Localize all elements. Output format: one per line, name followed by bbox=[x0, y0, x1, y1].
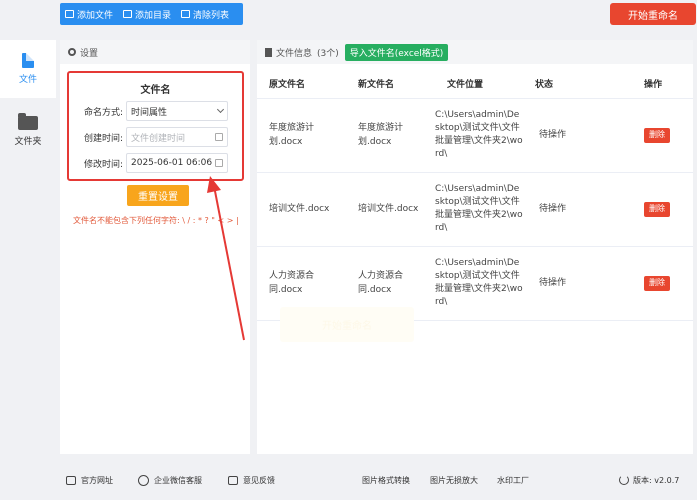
folder-icon bbox=[18, 112, 38, 130]
settings-title: 设置 bbox=[80, 48, 99, 59]
delete-button[interactable]: 删除 bbox=[644, 127, 670, 143]
file-list-panel: 文件信息 (3个) 导入文件名(excel格式) 原文件名 新文件名 文件位置 … bbox=[257, 40, 693, 454]
form-title: 文件名 bbox=[140, 85, 171, 96]
file-location: C:\Users\admin\Desktop\测试文件\文件批量管理\文件夹2\… bbox=[435, 246, 523, 321]
version-label: 版本: v2.0.7 bbox=[633, 475, 680, 485]
chevron-down-icon bbox=[216, 105, 225, 114]
document-icon bbox=[265, 47, 272, 57]
calendar-icon bbox=[215, 133, 223, 141]
clear-icon bbox=[181, 10, 191, 18]
calendar-icon bbox=[215, 159, 223, 167]
created-time-placeholder: 文件创建时间 bbox=[131, 133, 186, 144]
image-convert-label: 图片格式转换 bbox=[362, 475, 410, 485]
delete-button[interactable]: 删除 bbox=[644, 201, 670, 217]
clear-list-label: 清除列表 bbox=[193, 10, 230, 21]
original-filename: 培训文件.docx bbox=[257, 172, 346, 247]
naming-method-row: 命名方式: 时间属性 bbox=[69, 101, 228, 121]
wechat-support-link[interactable]: 企业微信客服 bbox=[138, 474, 202, 486]
table-header-row: 原文件名 新文件名 文件位置 状态 操作 bbox=[257, 70, 693, 99]
modified-time-input[interactable]: 2025-06-01 06:06 bbox=[126, 153, 228, 173]
refresh-icon bbox=[619, 475, 629, 485]
sidebar: 文件 文件夹 bbox=[0, 30, 56, 467]
file-status: 待操作 bbox=[523, 246, 628, 321]
delete-button[interactable]: 删除 bbox=[644, 275, 670, 291]
file-list-header: 文件信息 (3个) 导入文件名(excel格式) bbox=[257, 40, 693, 64]
image-convert-link[interactable]: 图片格式转换 bbox=[362, 475, 410, 486]
clear-list-button[interactable]: 清除列表 bbox=[176, 3, 234, 25]
column-header: 新文件名 bbox=[346, 70, 435, 99]
modified-time-row: 修改时间: 2025-06-01 06:06 bbox=[69, 153, 228, 173]
modified-time-label: 修改时间: bbox=[83, 159, 123, 170]
feedback-icon bbox=[228, 475, 238, 485]
file-status: 待操作 bbox=[523, 98, 628, 173]
file-count: (3个) bbox=[317, 48, 339, 59]
start-rename-button[interactable]: 开始重命名 bbox=[610, 3, 696, 25]
official-website-link[interactable]: 官方网址 bbox=[66, 475, 113, 486]
add-directory-label: 添加目录 bbox=[135, 10, 172, 21]
file-list-title: 文件信息 bbox=[276, 48, 313, 59]
filename-warning: 文件名不能包含下列任何字符: \ / : * ? " < > | bbox=[73, 216, 239, 225]
naming-method-value: 时间属性 bbox=[131, 107, 168, 118]
add-file-label: 添加文件 bbox=[77, 10, 114, 21]
top-toolbar: 添加文件 添加目录 清除列表 开始重命名 bbox=[0, 0, 697, 30]
feedback-label: 意见反馈 bbox=[243, 475, 275, 485]
file-status: 待操作 bbox=[523, 172, 628, 247]
file-icon bbox=[22, 53, 34, 68]
add-file-button[interactable]: 添加文件 bbox=[60, 3, 118, 25]
toolbar-button-group: 添加文件 添加目录 清除列表 bbox=[60, 3, 243, 25]
column-header: 操作 bbox=[628, 70, 693, 99]
created-time-row: 创建时间: 文件创建时间 bbox=[69, 127, 228, 147]
original-filename: 年度旅游计划.docx bbox=[257, 98, 346, 173]
created-time-input[interactable]: 文件创建时间 bbox=[126, 127, 228, 147]
sidebar-item-label: 文件 bbox=[18, 75, 37, 85]
sidebar-item-label: 文件夹 bbox=[14, 136, 42, 147]
modified-time-value: 2025-06-01 06:06 bbox=[131, 158, 213, 168]
table-row: 培训文件.docx 培训文件.docx C:\Users\admin\Deskt… bbox=[257, 172, 693, 247]
monitor-icon bbox=[66, 475, 76, 485]
table-row: 年度旅游计划.docx 年度旅游计划.docx C:\Users\admin\D… bbox=[257, 98, 693, 173]
version-info: 版本: v2.0.7 bbox=[619, 475, 679, 486]
column-header: 文件位置 bbox=[435, 70, 523, 99]
add-folder-icon bbox=[123, 10, 133, 18]
reset-settings-button[interactable]: 重置设置 bbox=[127, 185, 189, 206]
new-filename: 年度旅游计划.docx bbox=[346, 98, 435, 173]
official-website-label: 官方网址 bbox=[81, 475, 113, 485]
naming-method-label: 命名方式: bbox=[83, 107, 123, 118]
footer-bar: 官方网址 企业微信客服 意见反馈 图片格式转换 图片无损放大 水印工厂 版本: … bbox=[0, 467, 697, 493]
faint-start-button: 开始重命名 bbox=[280, 307, 414, 342]
file-location: C:\Users\admin\Desktop\测试文件\文件批量管理\文件夹2\… bbox=[435, 98, 523, 173]
settings-panel: 设置 文件名 命名方式: 时间属性 创建时间: 文件创建时间 修改时间: 202… bbox=[60, 40, 250, 454]
file-table: 原文件名 新文件名 文件位置 状态 操作 年度旅游计划.docx 年度旅游计划.… bbox=[257, 70, 693, 321]
image-enlarge-label: 图片无损放大 bbox=[430, 475, 478, 485]
add-file-icon bbox=[65, 10, 74, 18]
add-directory-button[interactable]: 添加目录 bbox=[118, 3, 176, 25]
naming-method-select[interactable]: 时间属性 bbox=[126, 101, 228, 121]
sidebar-item-file[interactable]: 文件 bbox=[0, 40, 56, 98]
new-filename: 培训文件.docx bbox=[346, 172, 435, 247]
gear-icon bbox=[68, 48, 76, 56]
import-filenames-button[interactable]: 导入文件名(excel格式) bbox=[344, 43, 449, 61]
filename-settings-box: 文件名 命名方式: 时间属性 创建时间: 文件创建时间 修改时间: 2025-0… bbox=[67, 71, 244, 181]
created-time-label: 创建时间: bbox=[83, 133, 123, 144]
watermark-label: 水印工厂 bbox=[497, 475, 529, 485]
image-enlarge-link[interactable]: 图片无损放大 bbox=[430, 475, 478, 486]
watermark-link[interactable]: 水印工厂 bbox=[497, 475, 529, 486]
settings-header: 设置 bbox=[60, 40, 250, 64]
column-header: 原文件名 bbox=[257, 70, 346, 99]
wechat-support-label: 企业微信客服 bbox=[154, 475, 202, 485]
chat-icon bbox=[138, 474, 149, 486]
file-location: C:\Users\admin\Desktop\测试文件\文件批量管理\文件夹2\… bbox=[435, 172, 523, 247]
feedback-link[interactable]: 意见反馈 bbox=[228, 475, 275, 486]
column-header: 状态 bbox=[523, 70, 628, 99]
sidebar-item-folder[interactable]: 文件夹 bbox=[0, 102, 56, 160]
